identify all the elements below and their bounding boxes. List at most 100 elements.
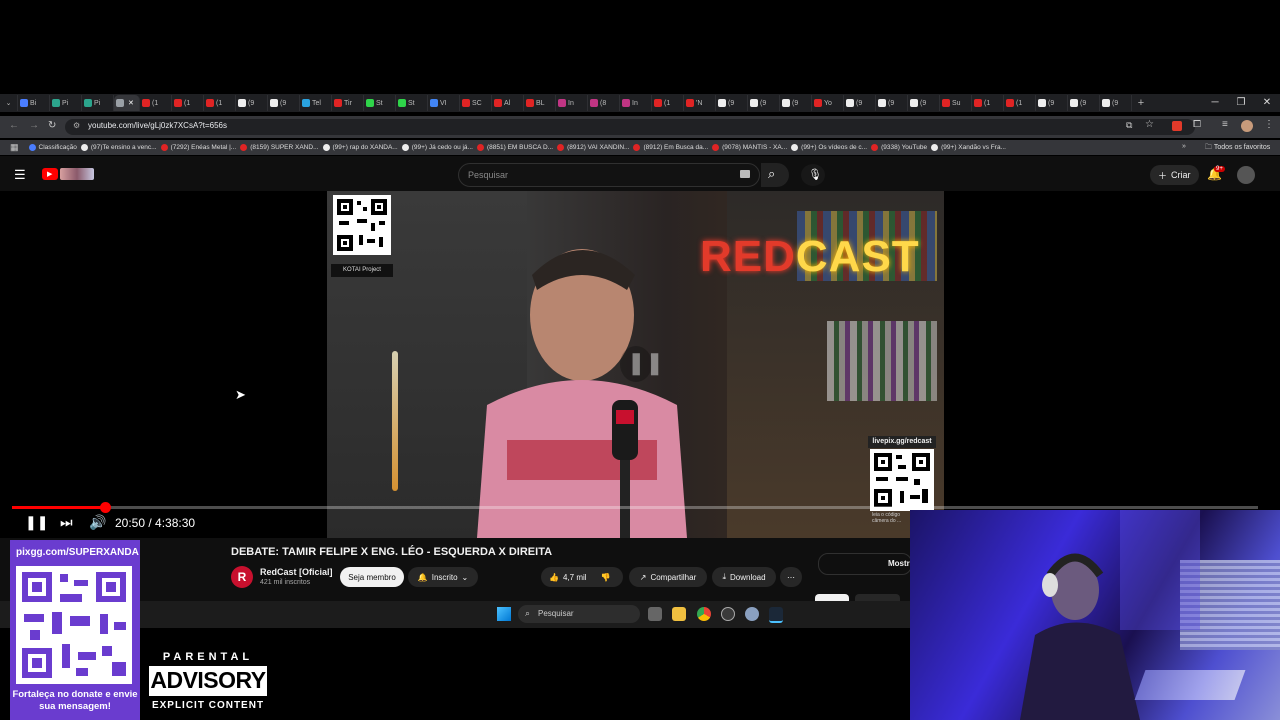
- progress-bar[interactable]: [12, 506, 1258, 509]
- channel-name[interactable]: RedCast [Oficial]: [260, 567, 333, 577]
- site-info-icon[interactable]: ⚙: [73, 121, 80, 130]
- browser-tab[interactable]: (1: [172, 95, 204, 111]
- taskbar-search-box[interactable]: [518, 605, 640, 623]
- settings-icon[interactable]: [745, 607, 759, 621]
- search-input[interactable]: Pesquisar: [468, 170, 508, 180]
- chrome-icon[interactable]: [697, 607, 711, 621]
- next-icon[interactable]: ⏭: [60, 514, 73, 531]
- volume-icon[interactable]: 🔊: [89, 514, 106, 531]
- join-member-button[interactable]: Seja membro: [340, 567, 404, 587]
- browser-tab[interactable]: (1: [204, 95, 236, 111]
- browser-tab[interactable]: Pi: [50, 95, 82, 111]
- chip[interactable]: [855, 594, 900, 601]
- install-icon[interactable]: ⧉: [1126, 120, 1132, 131]
- browser-tab[interactable]: (1: [1004, 95, 1036, 111]
- browser-tab[interactable]: (9: [1036, 95, 1068, 111]
- menu-dots-icon[interactable]: ⋮: [1264, 119, 1274, 130]
- profile-avatar[interactable]: [1241, 120, 1253, 132]
- browser-tab[interactable]: Yo: [812, 95, 844, 111]
- bookmark-item[interactable]: (99+) Xandão vs Fra...: [931, 144, 1006, 151]
- chip-active[interactable]: [815, 594, 849, 601]
- browser-tab[interactable]: In: [620, 95, 652, 111]
- browser-tab[interactable]: VI: [428, 95, 460, 111]
- keyboard-icon[interactable]: [740, 170, 750, 178]
- browser-tab[interactable]: (9: [844, 95, 876, 111]
- maximize-icon[interactable]: ❐: [1228, 94, 1254, 112]
- browser-tab[interactable]: (9: [1100, 95, 1132, 111]
- show-chat-label[interactable]: Mostr: [888, 559, 910, 568]
- pause-icon[interactable]: ❚❚: [25, 514, 48, 531]
- forward-icon[interactable]: →: [29, 120, 39, 131]
- bookmark-item[interactable]: (99+) Já cedo ou já...: [401, 144, 473, 151]
- extensions-puzzle-icon[interactable]: ⧠: [1193, 119, 1201, 130]
- close-window-icon[interactable]: ✕: [1254, 94, 1280, 112]
- browser-tab[interactable]: (9: [780, 95, 812, 111]
- back-icon[interactable]: ←: [9, 120, 19, 131]
- create-button[interactable]: ＋ Criar: [1150, 165, 1199, 185]
- bookmark-item[interactable]: (99+) Os vídeos de c...: [791, 144, 867, 151]
- share-button[interactable]: ↗ Compartilhar: [629, 567, 707, 587]
- browser-tab[interactable]: (1: [972, 95, 1004, 111]
- tab-search-button[interactable]: ⌄: [0, 95, 18, 111]
- bookmark-item[interactable]: (8912) Em Busca da...: [633, 144, 708, 151]
- hamburger-menu-icon[interactable]: ☰: [14, 167, 26, 183]
- browser-tab[interactable]: (9: [908, 95, 940, 111]
- media-icon[interactable]: ≡: [1222, 119, 1228, 130]
- bookmark-item[interactable]: (7292) Enéas Metal |...: [160, 144, 236, 151]
- url-text[interactable]: youtube.com/live/gLj0zk7XCsA?t=656s: [88, 121, 227, 130]
- like-count[interactable]: 4,7 mil: [563, 573, 587, 582]
- like-icon[interactable]: 👍: [549, 573, 559, 582]
- dislike-icon[interactable]: 👎: [601, 573, 611, 582]
- windows-start-icon[interactable]: [497, 607, 511, 621]
- browser-tab[interactable]: Tel: [300, 95, 332, 111]
- task-view-icon[interactable]: [648, 607, 662, 621]
- bookmark-item[interactable]: (8851) EM BUSCA D...: [476, 144, 553, 151]
- browser-tab[interactable]: St: [396, 95, 428, 111]
- browser-tab[interactable]: (9: [268, 95, 300, 111]
- omnibox[interactable]: [65, 119, 1195, 135]
- apps-grid-icon[interactable]: ▦: [10, 142, 19, 153]
- browser-tab[interactable]: (9: [716, 95, 748, 111]
- browser-tab[interactable]: In: [556, 95, 588, 111]
- bookmark-item[interactable]: (9078) MANTIS - XA...: [712, 144, 787, 151]
- bookmark-star-icon[interactable]: ☆: [1145, 119, 1154, 130]
- browser-tab[interactable]: (9: [748, 95, 780, 111]
- browser-tab[interactable]: St: [364, 95, 396, 111]
- browser-tab[interactable]: (8: [588, 95, 620, 111]
- download-button[interactable]: ⤓ Download: [712, 567, 776, 587]
- bookmark-item[interactable]: (99+) rap do XANDÃ...: [322, 144, 398, 151]
- account-avatar[interactable]: [1237, 166, 1255, 184]
- reload-icon[interactable]: ↻: [48, 120, 56, 131]
- browser-tab[interactable]: (1: [652, 95, 684, 111]
- more-actions-button[interactable]: ⋯: [780, 567, 802, 587]
- extension-icon[interactable]: [1172, 121, 1182, 131]
- youtube-doodle-logo[interactable]: [60, 168, 94, 180]
- browser-tab[interactable]: (9: [1068, 95, 1100, 111]
- bookmark-item[interactable]: (97)Te ensino a venc...: [80, 144, 157, 151]
- browser-tab[interactable]: (9: [236, 95, 268, 111]
- browser-tab[interactable]: (1: [140, 95, 172, 111]
- subscribed-button[interactable]: 🔔 Inscrito ⌄: [408, 567, 478, 587]
- new-tab-icon[interactable]: +: [1132, 95, 1150, 111]
- browser-tab[interactable]: ✕: [114, 95, 140, 111]
- bookmark-item[interactable]: (8912) VAI XANDIN...: [557, 144, 629, 151]
- browser-tab[interactable]: Al: [492, 95, 524, 111]
- app-icon[interactable]: [721, 607, 735, 621]
- browser-tab[interactable]: BL: [524, 95, 556, 111]
- bookmark-item[interactable]: (9338) YouTube: [871, 144, 927, 151]
- bookmark-item[interactable]: Classificação: [28, 144, 77, 151]
- file-explorer-icon[interactable]: [672, 607, 686, 621]
- all-bookmarks-folder[interactable]: 🗀 Todos os favoritos: [1205, 143, 1270, 154]
- steam-icon[interactable]: [769, 607, 783, 623]
- browser-tab[interactable]: Bi: [18, 95, 50, 111]
- browser-tab[interactable]: 'N: [684, 95, 716, 111]
- bookmark-item[interactable]: (8159) SUPER XAND...: [240, 144, 319, 151]
- tab-close-icon[interactable]: ✕: [128, 99, 134, 107]
- browser-tab[interactable]: Su: [940, 95, 972, 111]
- bookmarks-overflow-icon[interactable]: »: [1182, 143, 1186, 150]
- channel-avatar[interactable]: R: [231, 566, 253, 588]
- browser-tab[interactable]: Pi: [82, 95, 114, 111]
- browser-tab[interactable]: (9: [876, 95, 908, 111]
- browser-tab[interactable]: SC: [460, 95, 492, 111]
- minimize-icon[interactable]: ─: [1202, 94, 1228, 112]
